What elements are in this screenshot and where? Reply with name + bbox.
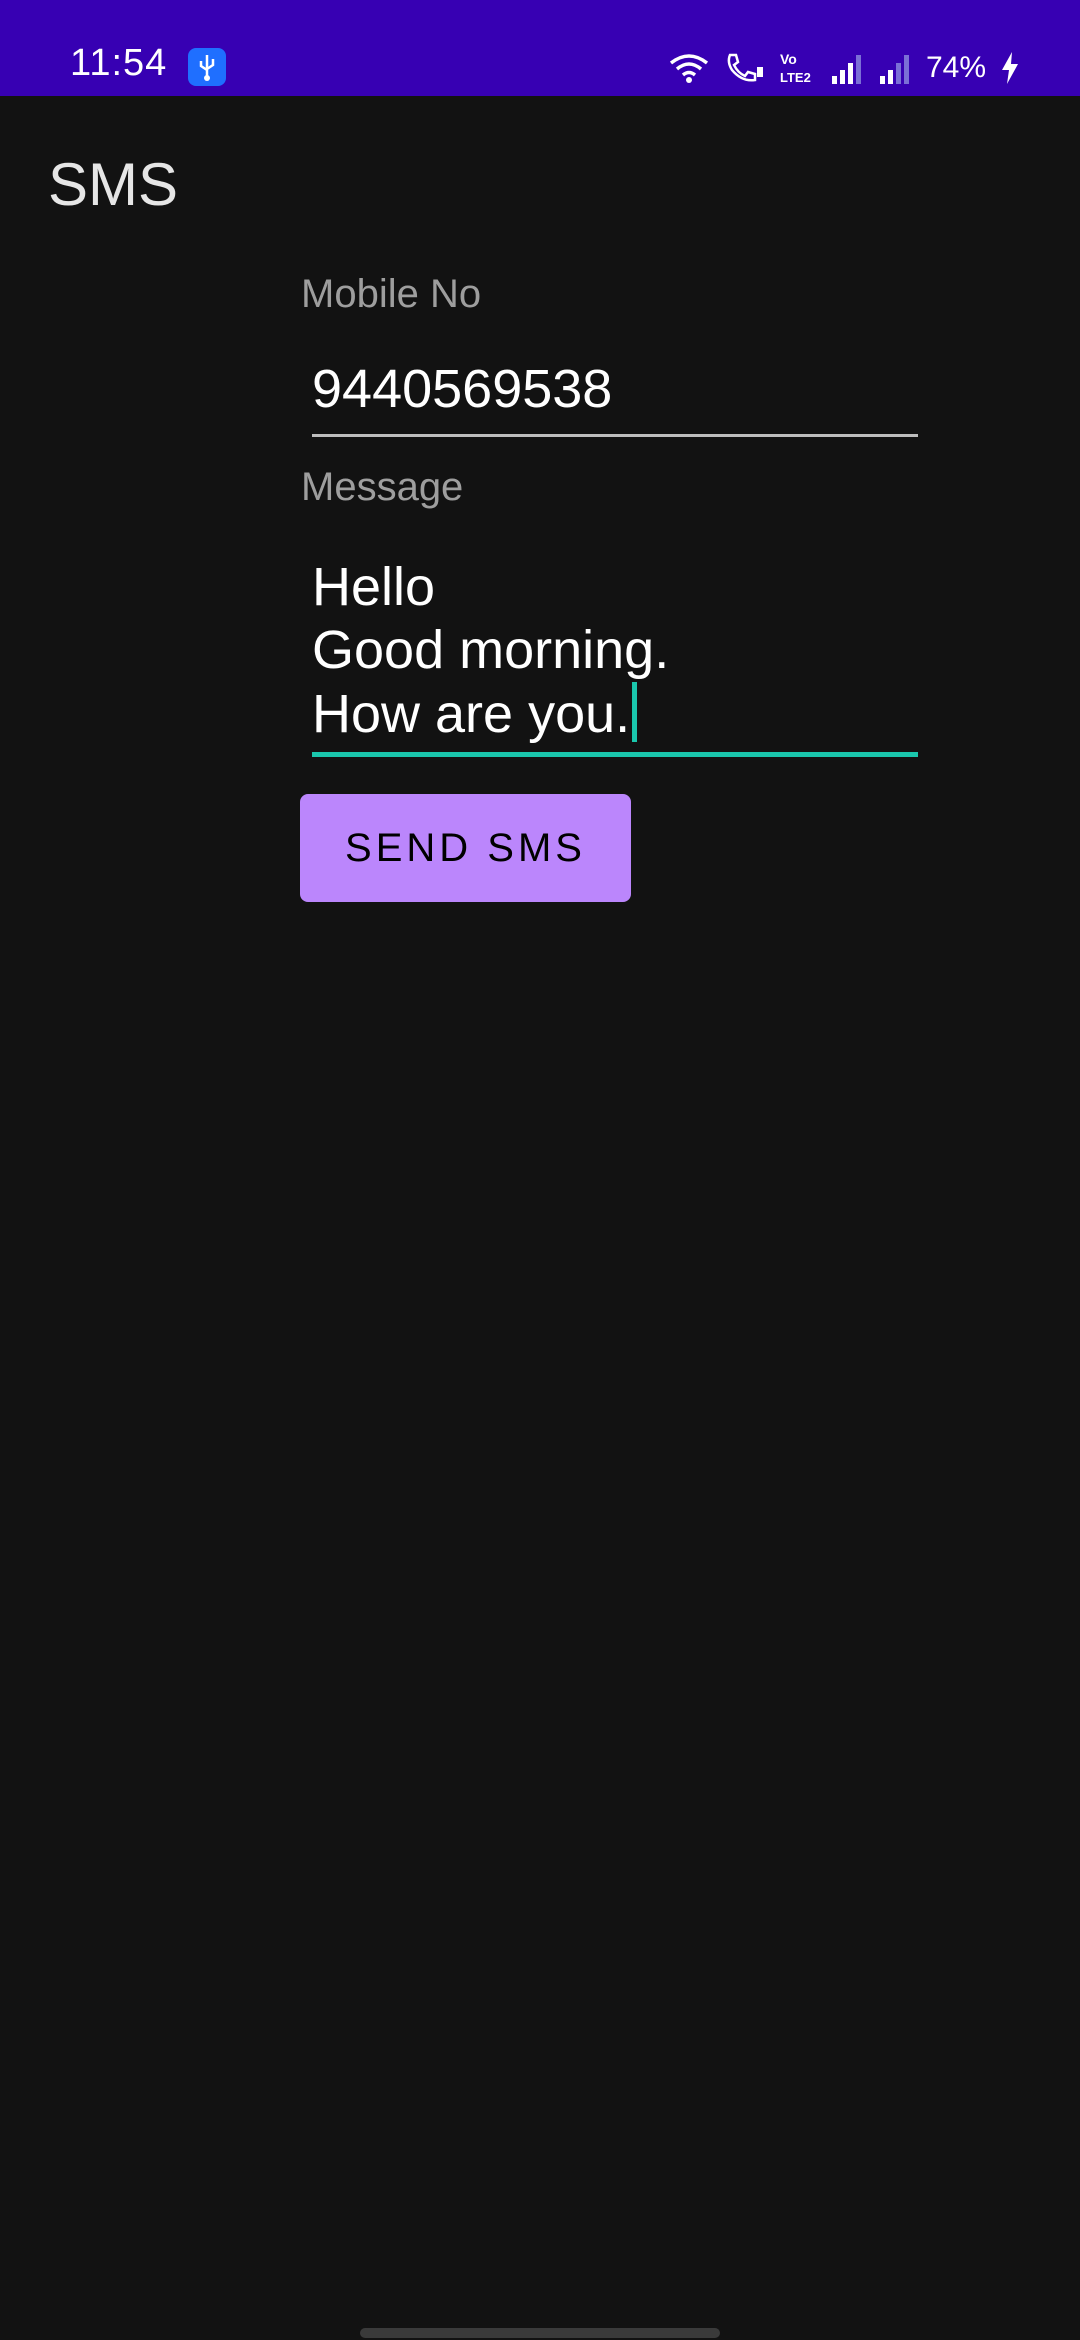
app-screen: 11:54 Vo LTE2 74% SMS Mobile No 94405695… (0, 0, 1080, 2340)
send-sms-button[interactable]: SEND SMS (300, 794, 631, 902)
message-value: Hello Good morning. How are you. (312, 557, 670, 744)
battery-percentage: 74% (925, 51, 986, 84)
message-value-wrap: Hello Good morning. How are you. (312, 556, 669, 746)
wifi-icon (668, 52, 710, 84)
mobile-label: Mobile No (301, 272, 482, 316)
home-indicator[interactable] (360, 2328, 720, 2338)
app-title: SMS (48, 151, 179, 218)
message-label: Message (301, 465, 464, 509)
text-cursor (632, 682, 638, 742)
mobile-number-input[interactable]: 9440569538 (312, 350, 918, 437)
signal-icon-2 (878, 52, 912, 84)
signal-icon (830, 52, 864, 84)
message-input[interactable]: Hello Good morning. How are you. (312, 548, 918, 757)
charging-icon (1000, 51, 1020, 85)
svg-text:Vo: Vo (780, 51, 797, 67)
mobile-number-value: 9440569538 (312, 359, 613, 419)
usb-icon (188, 48, 226, 86)
status-time: 11:54 (70, 42, 168, 84)
wifi-call-icon (724, 51, 764, 85)
svg-text:LTE2: LTE2 (780, 70, 811, 85)
volte-icon: Vo LTE2 (778, 50, 816, 86)
status-bar: 11:54 Vo LTE2 74% (0, 0, 1080, 96)
status-icons: Vo LTE2 74% (668, 46, 1020, 90)
